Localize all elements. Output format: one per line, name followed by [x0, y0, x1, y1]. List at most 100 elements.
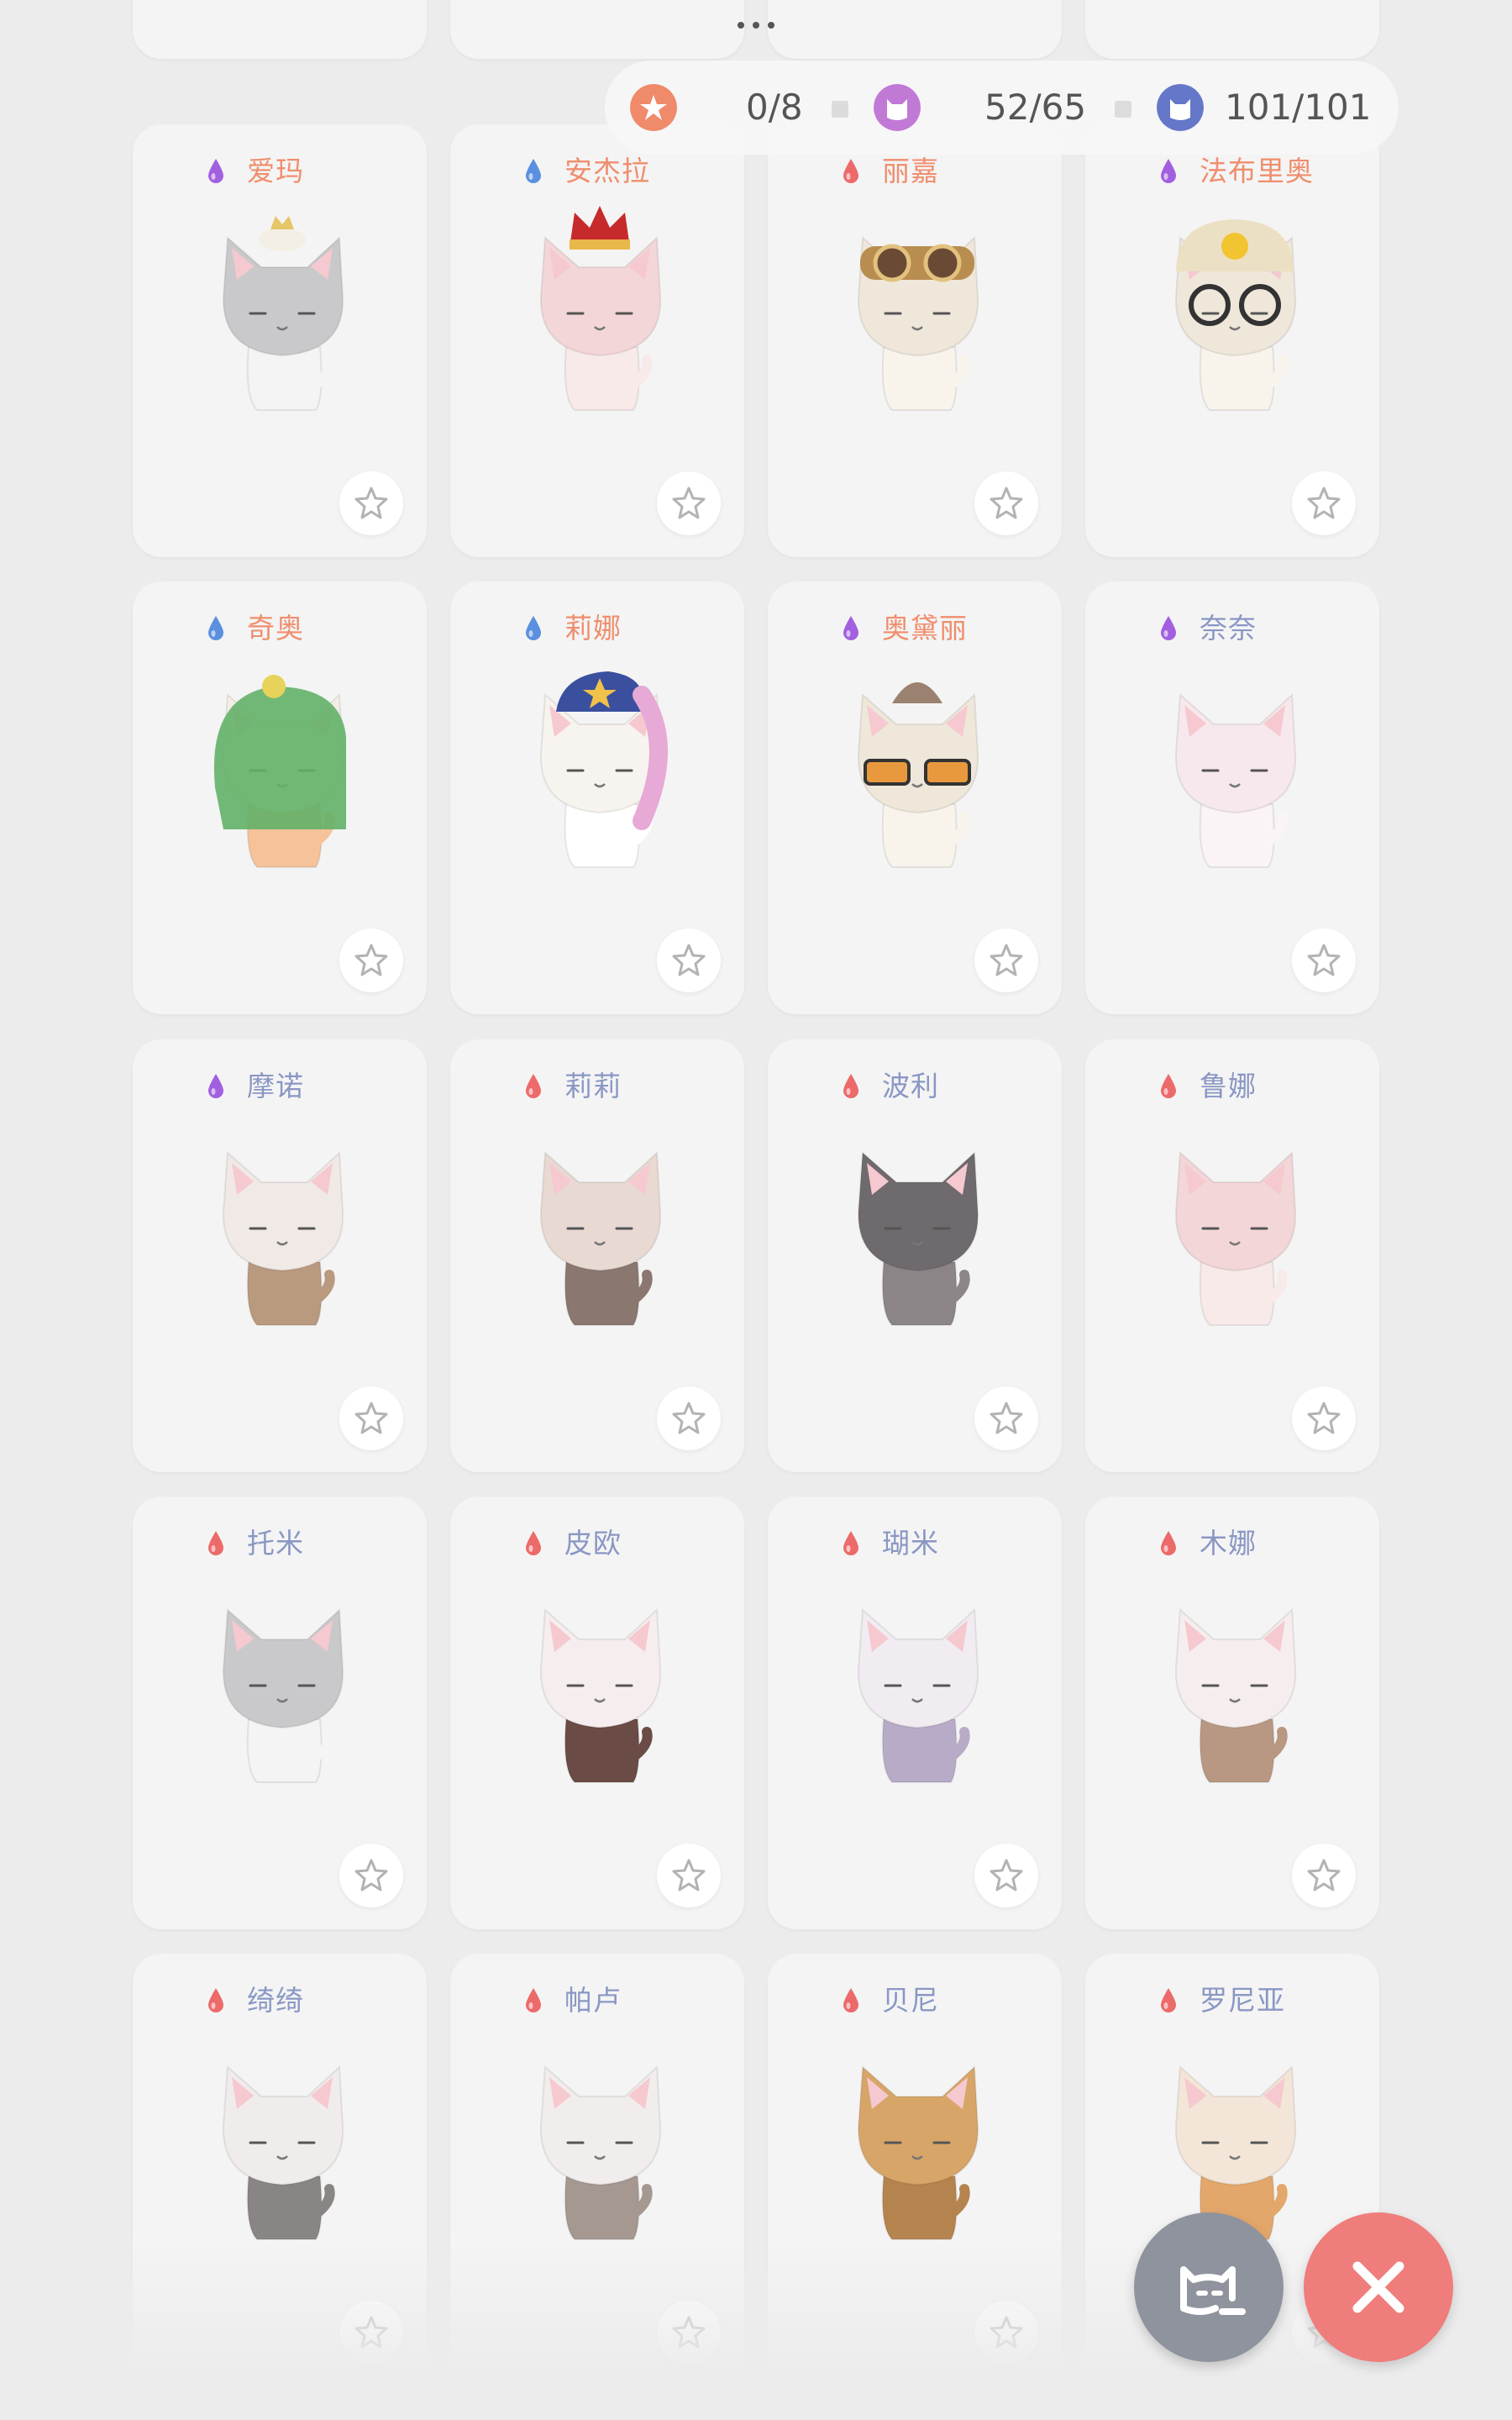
cat-portrait [857, 2065, 979, 2240]
favorite-button[interactable] [974, 1844, 1038, 1907]
cat-card-partial[interactable] [1085, 0, 1379, 59]
cat-portrait [222, 1607, 344, 1783]
cat-portrait [1174, 1607, 1297, 1783]
separator [1115, 101, 1131, 118]
star-outline-icon [354, 1402, 388, 1434]
cat-card[interactable]: 托米 [133, 1497, 427, 1929]
star-outline-icon [672, 1859, 706, 1891]
water-drop-icon [208, 1988, 223, 2012]
cat-portrait [857, 1150, 979, 1326]
favorite-button[interactable] [974, 471, 1038, 535]
cat-portrait [857, 235, 979, 411]
cat-name: 莉娜 [564, 612, 622, 644]
cat-name: 帕卢 [564, 1984, 622, 2017]
cat-portrait [539, 1150, 662, 1326]
cat-name: 摩诺 [247, 1070, 304, 1102]
star-outline-icon [354, 944, 388, 976]
favorite-button[interactable] [339, 929, 403, 992]
cat-name: 爱玛 [247, 155, 304, 187]
cat-portrait [222, 216, 344, 411]
cat-portrait [1174, 1150, 1297, 1326]
favorite-button[interactable] [974, 1386, 1038, 1450]
cat-name: 奥黛丽 [882, 612, 968, 644]
water-drop-icon [1161, 1074, 1176, 1098]
cat-name: 丽嘉 [882, 155, 939, 187]
cat-card[interactable]: 莉娜 [450, 581, 744, 1014]
cat-card[interactable]: 贝尼 [768, 1954, 1062, 2386]
star-outline-icon [1307, 1402, 1341, 1434]
water-drop-icon [526, 1988, 541, 2012]
star-outline-icon [672, 487, 706, 519]
favorite-button[interactable] [339, 1844, 403, 1907]
cat-card[interactable]: 奥黛丽 [768, 581, 1062, 1014]
cat-card[interactable]: 绮绮 [133, 1954, 427, 2386]
cat-portrait [857, 682, 979, 868]
favorite-button[interactable] [974, 2301, 1038, 2365]
favorite-button[interactable] [657, 1844, 721, 1907]
water-drop-icon [843, 1531, 858, 1555]
water-drop-icon [843, 616, 858, 640]
favorite-button[interactable] [974, 929, 1038, 992]
total-count: 101/101 [1225, 87, 1372, 128]
water-drop-icon [526, 1531, 541, 1555]
cat-card-partial[interactable] [768, 0, 1062, 59]
water-drop-icon [1161, 616, 1176, 640]
cat-portrait [539, 671, 668, 868]
favorite-button[interactable] [657, 929, 721, 992]
cat-collection-grid: 爱玛 安杰拉 丽嘉 法布里奥奇奥 莉娜 奥黛丽 奈奈摩诺 莉莉 波利 鲁娜托米 皮欧 瑚米 木娜绮绮 帕卢… [0, 0, 1512, 2420]
water-drop-icon [1161, 1988, 1176, 2012]
water-drop-icon [843, 1988, 858, 2012]
cat-portrait [857, 1607, 979, 1783]
favorite-button[interactable] [657, 2301, 721, 2365]
favorite-button[interactable] [339, 2301, 403, 2365]
favorite-button[interactable] [339, 471, 403, 535]
cat-name: 奈奈 [1200, 612, 1257, 644]
water-drop-icon [1161, 1531, 1176, 1555]
favorite-button[interactable] [339, 1386, 403, 1450]
cat-name: 波利 [882, 1070, 939, 1102]
cat-card[interactable]: 丽嘉 [768, 124, 1062, 557]
more-menu-icon[interactable] [731, 17, 781, 34]
cat-card[interactable]: 奇奥 [133, 581, 427, 1014]
cat-card[interactable]: 法布里奥 [1085, 124, 1379, 557]
cat-card-partial[interactable] [450, 0, 744, 59]
cat-portrait [213, 675, 346, 868]
cat-card[interactable]: 摩诺 [133, 1039, 427, 1472]
favorite-button[interactable] [1292, 1844, 1356, 1907]
favorites-count: 0/8 [746, 87, 803, 128]
close-icon [1352, 2261, 1404, 2313]
cat-card[interactable]: 瑚米 [768, 1497, 1062, 1929]
favorite-button[interactable] [1292, 929, 1356, 992]
cat-name: 奇奥 [247, 612, 304, 644]
cat-card[interactable]: 木娜 [1085, 1497, 1379, 1929]
cat-name: 托米 [247, 1527, 304, 1560]
cat-card[interactable]: 莉莉 [450, 1039, 744, 1472]
cat-card[interactable]: 奈奈 [1085, 581, 1379, 1014]
cat-card[interactable]: 鲁娜 [1085, 1039, 1379, 1472]
cat-card[interactable]: 爱玛 [133, 124, 427, 557]
favorite-button[interactable] [657, 1386, 721, 1450]
water-drop-icon [1161, 159, 1176, 183]
water-drop-icon [208, 159, 223, 183]
cat-card[interactable]: 波利 [768, 1039, 1062, 1472]
water-drop-icon [526, 159, 541, 183]
cats-count: 52/65 [984, 87, 1087, 128]
cat-card[interactable]: 安杰拉 [450, 124, 744, 557]
cat-name: 安杰拉 [564, 155, 650, 187]
cat-card[interactable]: 帕卢 [450, 1954, 744, 2386]
cat-card[interactable]: 皮欧 [450, 1497, 744, 1929]
close-button[interactable] [1304, 2212, 1453, 2362]
cat-name: 罗尼亚 [1200, 1984, 1285, 2017]
separator [832, 101, 848, 118]
cat-mode-button[interactable] [1134, 2212, 1284, 2362]
water-drop-icon [843, 159, 858, 183]
cat-card-partial[interactable] [133, 0, 427, 59]
star-outline-icon [990, 1402, 1023, 1434]
favorite-button[interactable] [1292, 471, 1356, 535]
cat-name: 绮绮 [247, 1984, 304, 2017]
favorite-button[interactable] [657, 471, 721, 535]
cat-portrait [222, 2065, 344, 2240]
water-drop-icon [526, 1074, 541, 1098]
favorite-button[interactable] [1292, 1386, 1356, 1450]
star-outline-icon [354, 2316, 388, 2349]
